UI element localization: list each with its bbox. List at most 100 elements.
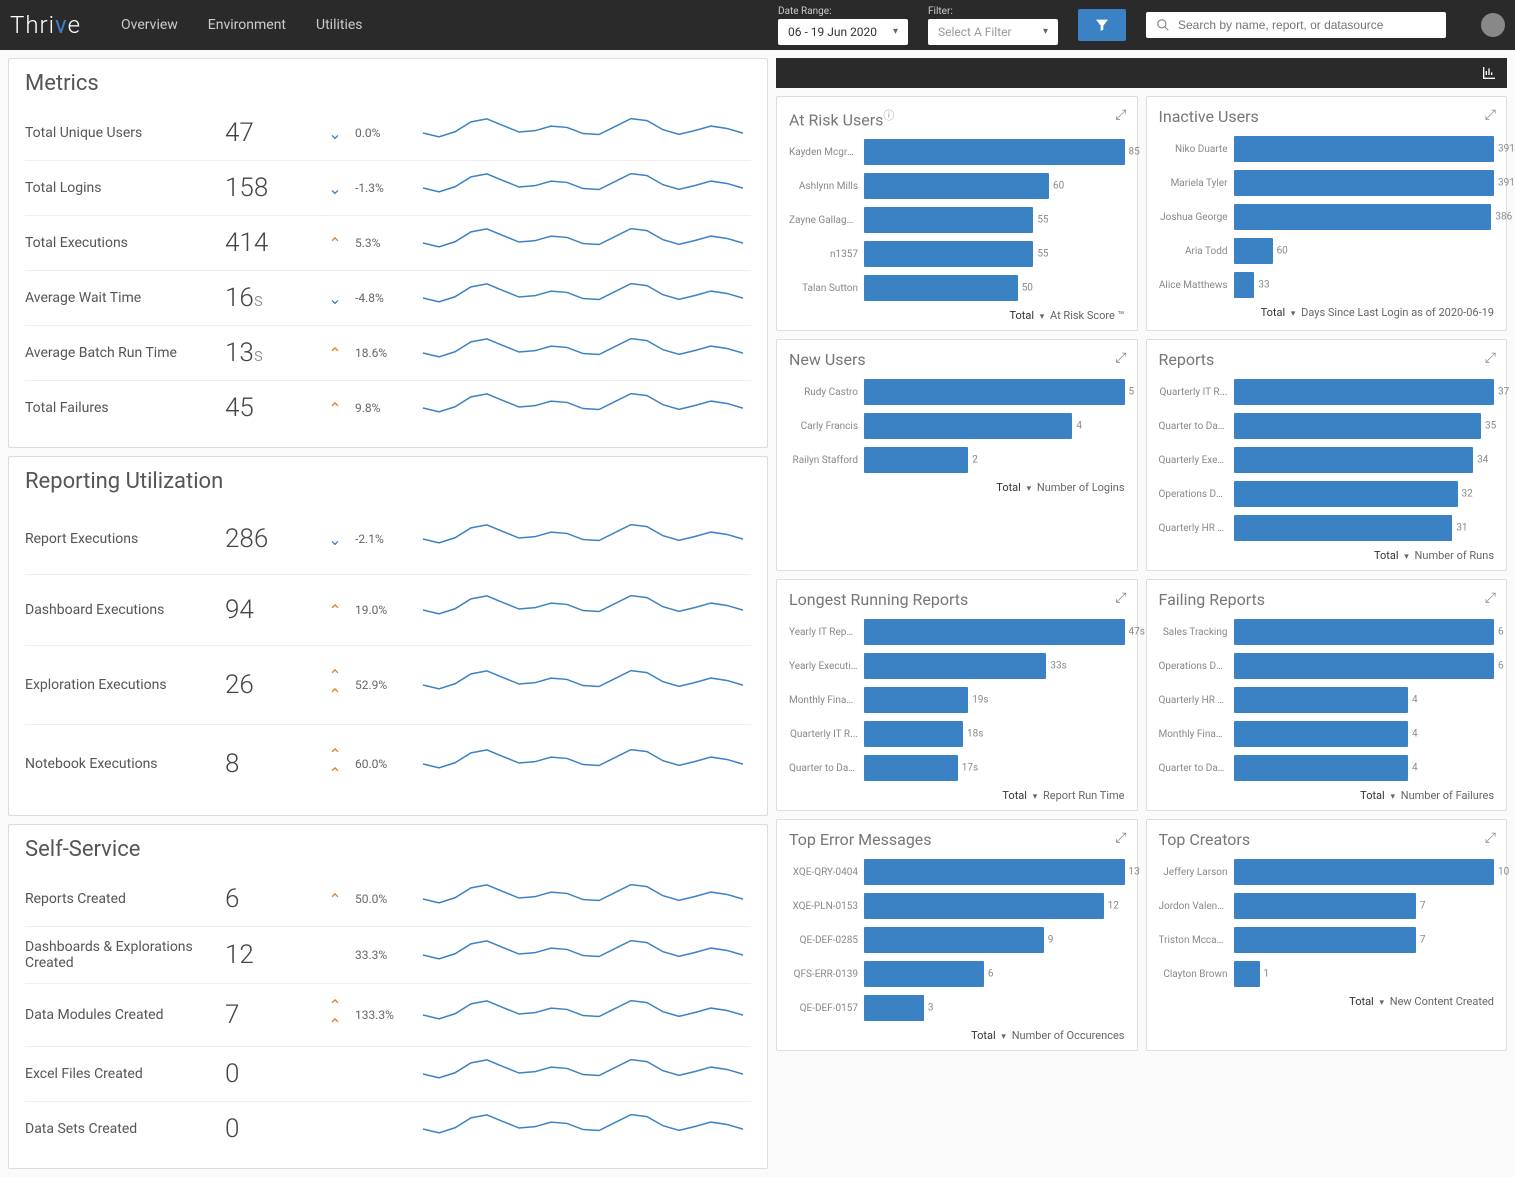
chart-card: ⤢ New Users Rudy Castro 5 Carly Francis … xyxy=(776,339,1138,571)
footer-selector[interactable]: Total xyxy=(996,481,1021,494)
caret-down-icon: ▾ xyxy=(1390,792,1395,802)
footer-text: New Content Created xyxy=(1390,995,1494,1008)
bar-track: 3 xyxy=(864,995,1125,1021)
search-icon xyxy=(1156,18,1170,32)
chart-footer: Total ▾ At Risk Score ™ xyxy=(789,309,1125,322)
trend-indicator: ⌄ xyxy=(315,289,355,308)
bar-value: 50 xyxy=(1022,283,1033,294)
info-icon[interactable]: ⓘ xyxy=(883,109,894,122)
bar-label: Quarterly IT R... xyxy=(1159,387,1234,398)
bar-value: 55 xyxy=(1037,249,1048,260)
bar-fill xyxy=(1234,170,1495,196)
footer-selector[interactable]: Total xyxy=(1002,789,1027,802)
metric-label: Reports Created xyxy=(25,891,225,907)
chart-card: ⤢ Top Error Messages XQE-QRY-0404 13 XQE… xyxy=(776,819,1138,1051)
bar-value: 1 xyxy=(1264,969,1270,980)
footer-text: Number of Occurences xyxy=(1012,1029,1125,1042)
chart-title: Top Creators xyxy=(1159,830,1495,849)
metric-value: 7 xyxy=(225,1000,315,1030)
caret-down-icon: ▾ xyxy=(1379,998,1384,1008)
bar-label: Quarter to Dat... xyxy=(1159,421,1234,432)
external-link-icon[interactable]: ⤢ xyxy=(1485,107,1496,123)
bar-label: Zayne Gallagher xyxy=(789,215,864,226)
sparkline xyxy=(415,1000,751,1030)
date-range-dropdown[interactable]: 06 - 19 Jun 2020 ▾ xyxy=(778,19,908,45)
chart-title: Inactive Users xyxy=(1159,107,1495,126)
bar-label: QE-DEF-0285 xyxy=(789,935,864,946)
bar-label: Sales Tracking xyxy=(1159,627,1234,638)
chart-footer: Total ▾ Number of Logins xyxy=(789,481,1125,494)
external-link-icon[interactable]: ⤢ xyxy=(1485,350,1496,366)
footer-selector[interactable]: Total xyxy=(1349,995,1374,1008)
bar-fill xyxy=(864,275,1018,301)
bar-row: Ashlynn Mills 60 xyxy=(789,173,1125,199)
bar-row: Quarter to Dat... 17s xyxy=(789,755,1125,781)
bar-value: 85 xyxy=(1129,147,1140,158)
external-link-icon[interactable]: ⤢ xyxy=(1115,107,1126,123)
metric-pct: 9.8% xyxy=(355,401,415,415)
bar-track: 85 xyxy=(864,139,1125,165)
chevron-up-icon: ⌃ xyxy=(328,601,341,620)
bar-value: 31 xyxy=(1456,523,1467,534)
external-link-icon[interactable]: ⤢ xyxy=(1115,350,1126,366)
footer-selector[interactable]: Total xyxy=(1261,306,1286,319)
bar-track: 2 xyxy=(864,447,1125,473)
bar-value: 391 xyxy=(1498,144,1515,155)
bar-fill xyxy=(1234,136,1495,162)
filter-label: Filter: xyxy=(928,6,1058,17)
sparkline xyxy=(415,524,751,554)
bar-row: Monthly Financ... 19s xyxy=(789,687,1125,713)
external-link-icon[interactable]: ⤢ xyxy=(1485,830,1496,846)
footer-selector[interactable]: Total xyxy=(1009,309,1034,322)
metric-value: 8 xyxy=(225,749,315,779)
logo: Thrive xyxy=(10,11,81,39)
metric-label: Total Unique Users xyxy=(25,125,225,141)
bar-track: 4 xyxy=(1234,721,1495,747)
bar-row: Jeffery Larson 10 xyxy=(1159,859,1495,885)
footer-selector[interactable]: Total xyxy=(1374,549,1399,562)
bar-value: 386 xyxy=(1495,212,1512,223)
sparkline xyxy=(415,1059,751,1089)
bar-label: Operations Das... xyxy=(1159,661,1234,672)
bar-fill xyxy=(1234,272,1255,298)
nav-overview[interactable]: Overview xyxy=(121,17,178,33)
external-link-icon[interactable]: ⤢ xyxy=(1115,590,1126,606)
bar-label: XQE-PLN-0153 xyxy=(789,901,864,912)
external-link-icon[interactable]: ⤢ xyxy=(1115,830,1126,846)
bar-row: Monthly Financ... 4 xyxy=(1159,721,1495,747)
chevron-up-icon: ⌃ xyxy=(328,399,341,418)
topbar: Thrive Overview Environment Utilities Da… xyxy=(0,0,1515,50)
bar-row: Quarter to Dat... 35 xyxy=(1159,413,1495,439)
search-box[interactable] xyxy=(1146,12,1446,38)
footer-selector[interactable]: Total xyxy=(1360,789,1385,802)
metric-row: Average Wait Time 16s ⌄ -4.8% xyxy=(25,271,751,326)
bar-row: Quarter to Dat... 4 xyxy=(1159,755,1495,781)
chart-icon[interactable] xyxy=(1481,65,1497,81)
date-range-control: Date Range: 06 - 19 Jun 2020 ▾ xyxy=(778,6,908,45)
bar-fill xyxy=(864,687,968,713)
bar-row: XQE-PLN-0153 12 xyxy=(789,893,1125,919)
metric-row: Total Logins 158 ⌄ -1.3% xyxy=(25,161,751,216)
nav-environment[interactable]: Environment xyxy=(208,17,286,33)
bar-row: Clayton Brown 1 xyxy=(1159,961,1495,987)
footer-selector[interactable]: Total xyxy=(971,1029,996,1042)
bar-fill xyxy=(1234,238,1273,264)
bar-fill xyxy=(1234,687,1409,713)
trend-indicator: ⌃ xyxy=(315,601,355,620)
bar-row: Aria Todd 60 xyxy=(1159,238,1495,264)
external-link-icon[interactable]: ⤢ xyxy=(1485,590,1496,606)
bar-track: 13 xyxy=(864,859,1125,885)
bar-track: 7 xyxy=(1234,893,1495,919)
filter-dropdown[interactable]: Select A Filter ▾ xyxy=(928,19,1058,45)
apply-filter-button[interactable] xyxy=(1078,9,1126,41)
bar-track: 386 xyxy=(1234,204,1495,230)
bar-value: 6 xyxy=(1498,627,1504,638)
nav-utilities[interactable]: Utilities xyxy=(316,17,363,33)
metric-pct: 33.3% xyxy=(355,948,415,962)
bar-fill xyxy=(864,755,958,781)
bar-label: Quarter to Dat... xyxy=(789,763,864,774)
chart-title: Longest Running Reports xyxy=(789,590,1125,609)
search-input[interactable] xyxy=(1178,18,1436,32)
bar-track: 4 xyxy=(1234,687,1495,713)
user-avatar-icon[interactable] xyxy=(1481,13,1505,37)
